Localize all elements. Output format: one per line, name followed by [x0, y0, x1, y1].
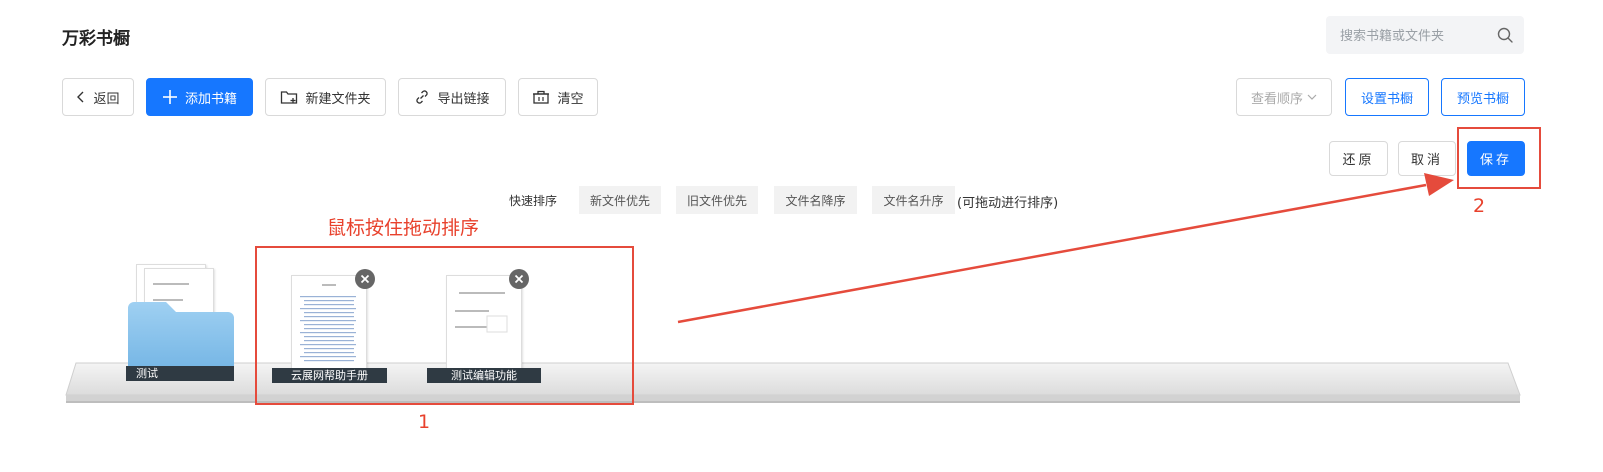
- shelf-item-folder[interactable]: 测试: [126, 262, 236, 386]
- preview-shelf-label: 预览书橱: [1456, 91, 1509, 107]
- set-shelf-label: 设置书橱: [1360, 91, 1413, 107]
- shelf-item-label: 测试: [126, 366, 234, 381]
- add-book-label: 添加书籍: [184, 91, 237, 107]
- sort-name-asc[interactable]: 文件名升序: [872, 186, 955, 214]
- link-icon: [416, 90, 429, 104]
- sort-name-desc[interactable]: 文件名降序: [774, 186, 857, 214]
- view-order-label: 查看顺序: [1250, 91, 1303, 107]
- plus-icon: [162, 90, 177, 104]
- preview-shelf-button[interactable]: 预览书橱: [1441, 78, 1525, 116]
- basket-icon: [533, 90, 550, 104]
- export-link-button[interactable]: 导出链接: [398, 78, 506, 116]
- cancel-button[interactable]: 取消: [1398, 141, 1456, 176]
- search-input[interactable]: [1338, 16, 1492, 56]
- search-box[interactable]: [1326, 16, 1524, 56]
- restore-label: 还原: [1342, 153, 1375, 168]
- cancel-label: 取消: [1410, 153, 1443, 168]
- sort-hint: (可拖动进行排序): [957, 196, 1059, 211]
- export-link-label: 导出链接: [437, 91, 490, 107]
- add-book-button[interactable]: 添加书籍: [146, 78, 253, 116]
- search-icon[interactable]: [1496, 26, 1514, 44]
- chevron-left-icon: [77, 91, 84, 103]
- clear-button[interactable]: 清空: [518, 78, 598, 116]
- sort-newest-first[interactable]: 新文件优先: [579, 186, 661, 214]
- drag-hint-annotation: 鼠标按住拖动排序: [327, 217, 480, 239]
- annotation-step-2: 2: [1473, 195, 1486, 217]
- view-order-select[interactable]: 查看顺序: [1236, 78, 1332, 116]
- new-folder-button[interactable]: 新建文件夹: [265, 78, 386, 116]
- quick-sort-label: 快速排序: [509, 194, 558, 208]
- back-label: 返回: [93, 91, 120, 107]
- app-title: 万彩书橱: [62, 29, 130, 49]
- annotation-box-save: [1457, 127, 1541, 189]
- restore-button[interactable]: 还原: [1329, 141, 1388, 176]
- chevron-down-icon: [1307, 94, 1317, 100]
- back-button[interactable]: 返回: [62, 78, 134, 116]
- set-shelf-button[interactable]: 设置书橱: [1345, 78, 1429, 116]
- folder-add-icon: [281, 91, 298, 104]
- clear-label: 清空: [557, 91, 584, 107]
- sort-oldest-first[interactable]: 旧文件优先: [676, 186, 758, 214]
- annotation-step-1: 1: [418, 411, 431, 433]
- new-folder-label: 新建文件夹: [305, 91, 371, 107]
- annotation-box-books: [255, 246, 634, 405]
